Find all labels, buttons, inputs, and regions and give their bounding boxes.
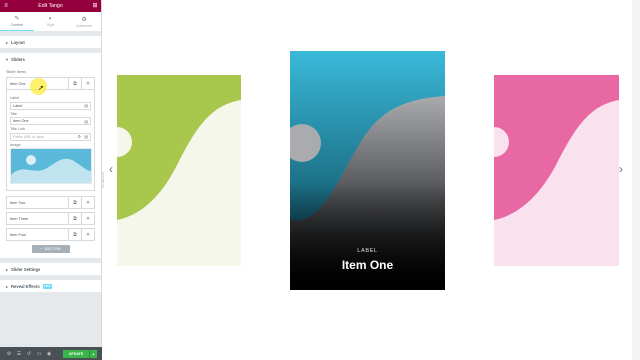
half-circle-icon: ◐ [48, 16, 53, 22]
repeater-item-title[interactable]: Item Four [7, 229, 68, 240]
title-link-field-label: Title Link [10, 127, 26, 131]
close-icon[interactable]: ✕ [81, 197, 94, 208]
mouse-pointer-icon: ➚ [38, 85, 44, 92]
image-preview [11, 149, 91, 183]
duplicate-icon[interactable]: ⧉ [68, 213, 81, 224]
section-slider-settings-label: Slider Settings [11, 266, 41, 272]
database-icon[interactable]: ▤ [84, 119, 88, 124]
caret-right-icon: ▸ [6, 266, 9, 272]
image-thumbnail[interactable] [10, 148, 92, 184]
label-input-value: Label [13, 103, 23, 108]
repeater-item-one[interactable]: Item One ⧉ ✕ [6, 77, 95, 90]
slider-items-label: Slider Items [6, 70, 27, 74]
section-reveal-effects-label: Reveal Effects [11, 283, 40, 289]
grid-icon[interactable]: ⊞ [92, 3, 98, 9]
title-input-value: Item One [13, 119, 29, 123]
update-options-button[interactable]: ▴ [89, 350, 97, 358]
panel-header: ≡ Edit Tango ⊞ [0, 0, 101, 12]
duplicate-icon[interactable]: ⧉ [68, 197, 81, 208]
slider-next-arrow[interactable]: › [619, 162, 623, 176]
repeater-item-four[interactable]: Item Four ⧉ ✕ [6, 228, 95, 241]
tab-content[interactable]: ✎ Content [0, 12, 34, 31]
update-button[interactable]: UPDATE [63, 350, 89, 358]
caret-down-icon: ▾ [6, 56, 9, 62]
repeater-item-title[interactable]: Item Three [7, 213, 68, 224]
label-field-label: Label [10, 96, 20, 100]
history-icon[interactable]: ↺ [24, 351, 34, 357]
panel-title: Edit Tango [38, 3, 63, 9]
label-input[interactable]: Label ▤ [10, 101, 91, 110]
tab-style[interactable]: ◐ Style [34, 12, 68, 31]
slide-image [290, 51, 445, 290]
tab-advanced[interactable]: ⚙ Advanced [67, 12, 101, 31]
slide-label: LABEL [357, 248, 378, 254]
scrollbar[interactable] [632, 0, 640, 360]
section-layout-label: Layout [11, 39, 25, 45]
settings-icon[interactable]: ⚙ [4, 351, 14, 357]
section-reveal-effects[interactable]: ▸ Reveal Effects PRO [0, 280, 101, 292]
slide-title[interactable]: Item One [290, 258, 445, 272]
pro-badge: PRO [42, 283, 53, 289]
slide-image [117, 75, 241, 266]
database-icon[interactable]: ▤ [84, 134, 88, 139]
caret-right-icon: ▸ [6, 39, 9, 45]
database-icon[interactable]: ▤ [84, 103, 88, 108]
responsive-icon[interactable]: ▭ [34, 351, 44, 357]
repeater-item-one-fields: Label Label ▤ Title Item One ▤ Title Lin… [6, 90, 95, 191]
duplicate-icon[interactable]: ⧉ [68, 229, 81, 240]
section-slider-settings[interactable]: ▸ Slider Settings [0, 263, 101, 275]
slide-item-one[interactable] [290, 51, 445, 290]
preview-icon[interactable]: ◉ [44, 351, 54, 357]
add-item-label: ADD ITEM [44, 247, 61, 251]
editor-panel: ≡ Edit Tango ⊞ ✎ Content ◐ Style ⚙ Advan… [0, 0, 102, 360]
panel-footer: ⚙ ☰ ↺ ▭ ◉ UPDATE ▴ [0, 347, 102, 360]
gear-icon: ⚙ [81, 16, 87, 23]
add-item-button[interactable]: + ADD ITEM [31, 245, 70, 253]
slide-item-two[interactable] [494, 75, 619, 266]
title-field-label: Title [10, 111, 18, 116]
repeater-item-three[interactable]: Item Three ⧉ ✕ [6, 212, 95, 225]
duplicate-icon[interactable]: ⧉ [68, 78, 81, 89]
repeater-item-two[interactable]: Item Two ⧉ ✕ [6, 196, 95, 209]
slide-image [494, 75, 619, 266]
tab-advanced-label: Advanced [76, 23, 93, 28]
slide-item-four[interactable] [117, 75, 241, 266]
settings-icon[interactable]: ⚙ [77, 134, 81, 139]
repeater-item-title[interactable]: Item Two [7, 197, 68, 208]
section-sliders-label: Sliders [11, 56, 25, 62]
panel-tabs: ✎ Content ◐ Style ⚙ Advanced [0, 12, 101, 32]
close-icon[interactable]: ✕ [81, 213, 94, 224]
title-input[interactable]: Item One ▤ [10, 117, 91, 125]
image-field-label: Image [10, 142, 21, 147]
close-icon[interactable]: ✕ [81, 78, 94, 89]
pencil-icon: ✎ [14, 16, 20, 22]
layers-icon[interactable]: ☰ [14, 351, 24, 357]
title-link-input[interactable]: Paste URL or type ⚙ ▤ [10, 132, 91, 141]
slider-prev-arrow[interactable]: ‹ [109, 162, 113, 176]
editor-root: ≡ Edit Tango ⊞ ✎ Content ◐ Style ⚙ Advan… [0, 0, 640, 360]
section-sliders[interactable]: ▾ Sliders [0, 53, 101, 65]
title-link-placeholder: Paste URL or type [13, 134, 44, 139]
section-layout[interactable]: ▸ Layout [0, 36, 101, 48]
plus-icon: + [40, 247, 43, 251]
tab-content-label: Content [10, 23, 24, 27]
sliders-content: Slider Items Item One ⧉ ✕ Label Label ▤ … [0, 65, 101, 258]
tab-style-label: Style [46, 23, 55, 27]
close-icon[interactable]: ✕ [81, 229, 94, 240]
caret-right-icon: ▸ [6, 283, 9, 289]
